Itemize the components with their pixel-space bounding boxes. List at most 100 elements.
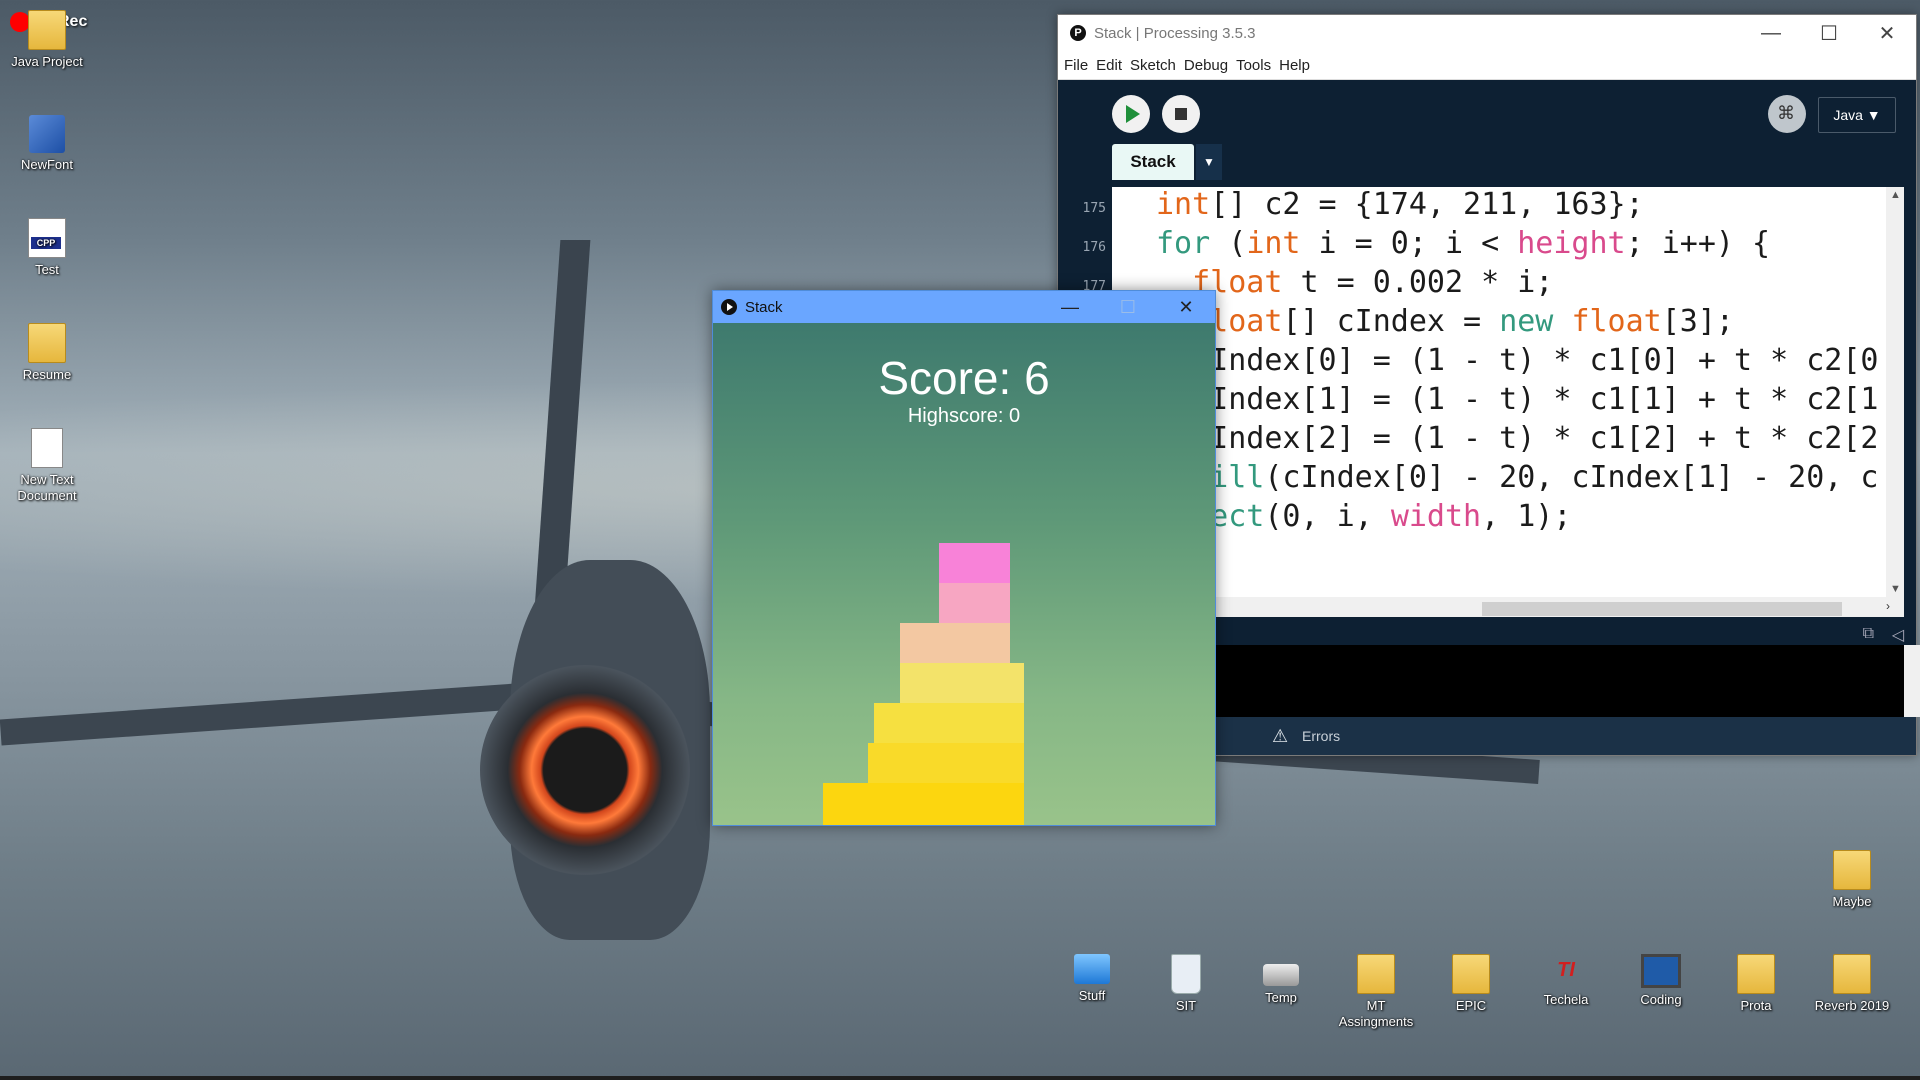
score-text: Score: 6	[878, 352, 1050, 404]
editor-horizontal-scrollbar[interactable]: ›	[1112, 597, 1904, 617]
stack-block-moving	[939, 543, 1010, 583]
desktop-icon-label: Coding	[1640, 992, 1682, 1007]
menu-edit[interactable]: Edit	[1096, 57, 1122, 74]
copy-icon[interactable]: ⧉	[1863, 625, 1874, 643]
stack-sketch-window[interactable]: Stack — ☐ ✕ Score: 6 Highscore: 0	[712, 290, 1216, 826]
desktop-icon-stuff[interactable]: Stuff	[1046, 954, 1138, 1004]
line-number: 175	[1082, 201, 1106, 216]
folder-icon	[1357, 954, 1395, 994]
line-number: 176	[1082, 240, 1106, 255]
mode-selector[interactable]: Java ▼	[1818, 97, 1896, 133]
desktop-icon-label: EPIC	[1455, 998, 1487, 1013]
wallpaper-jet-wing-left	[0, 680, 561, 746]
minimize-icon[interactable]: —	[1742, 22, 1800, 45]
menu-sketch[interactable]: Sketch	[1130, 57, 1176, 74]
recycle-bin-icon	[1171, 954, 1201, 994]
game-canvas[interactable]: Score: 6 Highscore: 0	[713, 323, 1215, 825]
maximize-icon[interactable]: ☐	[1099, 297, 1157, 318]
code-text-area[interactable]: int[] c2 = {174, 211, 163}; for (int i =…	[1112, 187, 1886, 597]
code-line: cIndex[0] = (1 - t) * c1[0] + t * c2[0	[1156, 343, 1879, 378]
text-document-icon	[31, 428, 63, 468]
ide-titlebar[interactable]: P Stack | Processing 3.5.3 — ☐ ✕	[1058, 15, 1916, 51]
menu-tools[interactable]: Tools	[1236, 57, 1271, 74]
code-line: float[] cIndex = new float[3];	[1156, 304, 1734, 339]
scroll-right-icon[interactable]: ›	[1886, 599, 1890, 613]
console-scrollbar[interactable]	[1904, 645, 1920, 717]
tab-menu-button[interactable]: ▼	[1196, 144, 1222, 180]
warning-icon: ⚠	[1272, 726, 1289, 746]
maximize-icon[interactable]: ☐	[1800, 21, 1858, 46]
tab-errors[interactable]: ⚠ Errors	[1248, 717, 1340, 755]
desktop-icon-java-project[interactable]: Java Project	[1, 10, 93, 70]
debugger-button[interactable]: ⌘	[1768, 95, 1806, 133]
stack-block	[900, 623, 1010, 663]
desktop-icon-new-text-document[interactable]: New Text Document	[1, 428, 93, 504]
menu-file[interactable]: File	[1064, 57, 1088, 74]
processing-app-icon	[721, 299, 737, 315]
close-icon[interactable]: ✕	[1858, 21, 1916, 46]
desktop-icon-techela[interactable]: TI Techela	[1520, 954, 1612, 1008]
desktop-icon-resume[interactable]: Resume	[1, 323, 93, 383]
stack-block	[874, 703, 1024, 743]
desktop-icon-label: Reverb 2019	[1814, 998, 1890, 1013]
menu-help[interactable]: Help	[1279, 57, 1310, 74]
wallpaper-jet-engine	[480, 665, 690, 875]
folder-icon	[1833, 850, 1871, 890]
butterfly-icon: ⌘	[1777, 103, 1795, 123]
code-line: fill(cIndex[0] - 20, cIndex[1] - 20, c	[1192, 460, 1879, 495]
scroll-thumb[interactable]	[1482, 602, 1842, 616]
desktop-icon-newfont[interactable]: NewFont	[1, 115, 93, 173]
desktop-icon-label: New Text Document	[17, 472, 77, 503]
desktop-icon-maybe[interactable]: Maybe	[1806, 850, 1898, 910]
tab-stack[interactable]: Stack	[1112, 144, 1194, 180]
editor-vertical-scrollbar[interactable]: ▲ ▼	[1886, 187, 1904, 597]
desktop-icon-label: Maybe	[1832, 894, 1872, 909]
minimize-icon[interactable]: —	[1041, 297, 1099, 318]
desktop-icon-label: Java Project	[11, 54, 83, 69]
stack-titlebar[interactable]: Stack — ☐ ✕	[713, 291, 1215, 323]
stack-block	[823, 783, 1024, 825]
ide-window-title: Stack | Processing 3.5.3	[1094, 24, 1256, 42]
collapse-icon[interactable]: ◁	[1892, 625, 1904, 645]
code-line: int[] c2 = {174, 211, 163};	[1156, 187, 1644, 222]
stop-icon	[1175, 108, 1187, 120]
desktop-icon-coding[interactable]: Coding	[1615, 954, 1707, 1008]
highscore-text: Highscore: 0	[907, 405, 1021, 427]
desktop-icon-label: Prota	[1740, 998, 1772, 1013]
desktop-icon-label: SIT	[1175, 998, 1197, 1013]
ide-toolbar: ⌘ Java ▼	[1058, 80, 1916, 144]
folder-icon	[1737, 954, 1775, 994]
folder-icon	[28, 323, 66, 363]
desktop-icon-mt-assingments[interactable]: MT Assingments	[1330, 954, 1422, 1030]
close-icon[interactable]: ✕	[1157, 297, 1215, 318]
monitor-icon	[1641, 954, 1681, 988]
desktop-icon-prota[interactable]: Prota	[1710, 954, 1802, 1014]
code-line: cIndex[2] = (1 - t) * c1[2] + t * c2[2	[1156, 421, 1879, 456]
run-button[interactable]	[1112, 95, 1150, 133]
stop-button[interactable]	[1162, 95, 1200, 133]
desktop-icon-label: Temp	[1265, 990, 1297, 1005]
desktop-icon-test[interactable]: CPP Test	[1, 218, 93, 278]
desktop-icon-label: Stuff	[1078, 988, 1106, 1003]
drive-icon	[1263, 964, 1299, 986]
scroll-down-icon[interactable]: ▼	[1890, 583, 1901, 595]
processing-app-icon: P	[1070, 25, 1086, 41]
folder-icon	[1833, 954, 1871, 994]
desktop-icon-label: MT Assingments	[1338, 998, 1414, 1029]
code-line: cIndex[1] = (1 - t) * c1[1] + t * c2[1	[1156, 382, 1879, 417]
desktop-icon-reverb-2019[interactable]: Reverb 2019	[1806, 954, 1898, 1014]
desktop-icon-label: Techela	[1543, 992, 1589, 1007]
menu-debug[interactable]: Debug	[1184, 57, 1228, 74]
desktop-icon-temp[interactable]: Temp	[1235, 954, 1327, 1006]
stack-window-title: Stack	[745, 298, 783, 316]
folder-icon	[28, 10, 66, 50]
play-icon	[1126, 105, 1140, 123]
desktop-icon-sit[interactable]: SIT	[1140, 954, 1232, 1014]
desktop-icon-label: Resume	[22, 367, 72, 382]
desktop-icon-epic[interactable]: EPIC	[1425, 954, 1517, 1014]
stack-block	[868, 743, 1024, 783]
stack-block	[900, 663, 1024, 703]
tab-row: Stack ▼	[1058, 144, 1916, 188]
desktop-icon-label: Test	[35, 262, 59, 277]
scroll-up-icon[interactable]: ▲	[1890, 189, 1901, 201]
